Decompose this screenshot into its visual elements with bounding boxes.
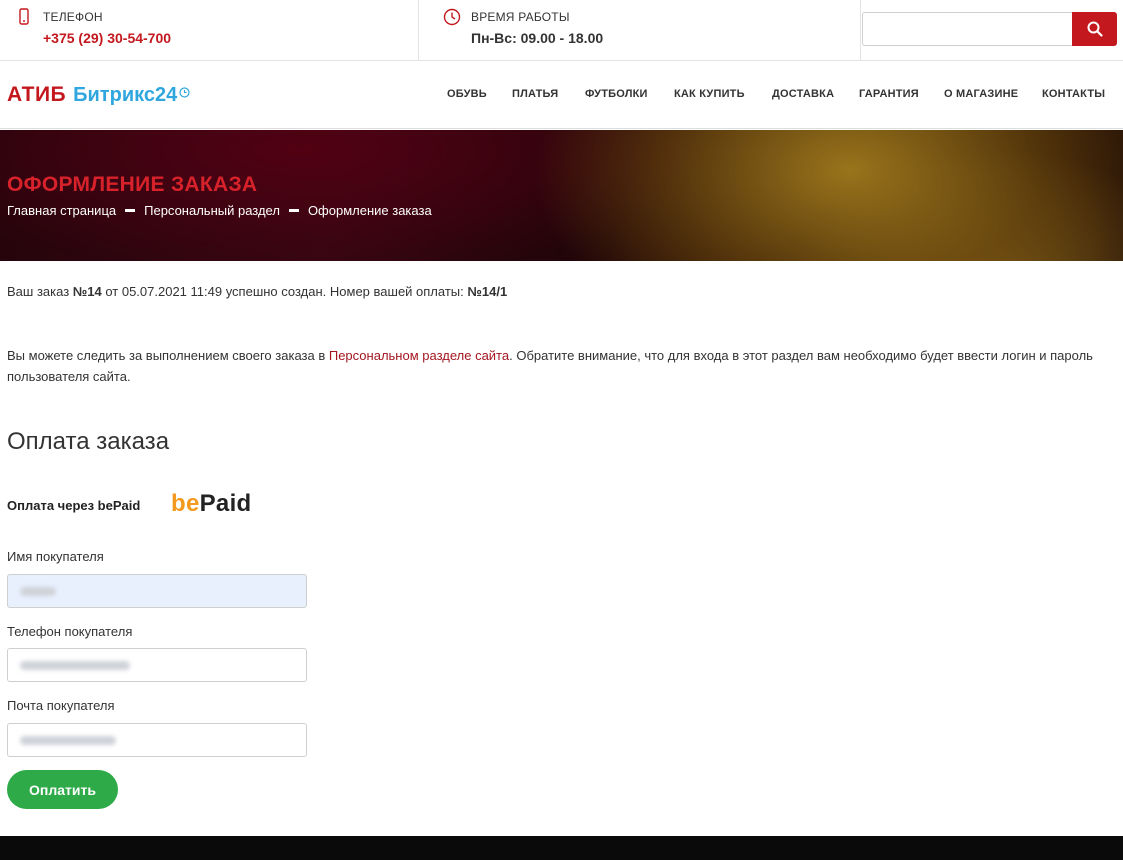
nav-item-dresses[interactable]: ПЛАТЬЯ (512, 88, 558, 100)
buyer-name-field[interactable] (7, 574, 307, 608)
redacted-value (20, 587, 56, 596)
hours-value: Пн-Вс: 09.00 - 18.00 (471, 30, 604, 46)
nav-item-delivery[interactable]: ДОСТАВКА (772, 88, 834, 100)
phone-block: ТЕЛЕФОН +375 (29) 30-54-700 (0, 0, 419, 60)
phone-number[interactable]: +375 (29) 30-54-700 (43, 30, 171, 46)
buyer-name-label: Имя покупателя (7, 549, 104, 564)
nav-item-warranty[interactable]: ГАРАНТИЯ (859, 88, 919, 100)
order-middle: от 05.07.2021 11:49 успешно создан. Номе… (101, 284, 468, 299)
search-input[interactable] (862, 12, 1074, 46)
buyer-email-field[interactable] (7, 723, 307, 757)
order-number: №14 (72, 284, 102, 299)
buyer-phone-label: Телефон покупателя (7, 624, 133, 639)
nav-item-tshirts[interactable]: ФУТБОЛКИ (585, 88, 648, 100)
page-banner: ОФОРМЛЕНИЕ ЗАКАЗА Главная страница Персо… (0, 130, 1123, 261)
phone-label: ТЕЛЕФОН (43, 10, 103, 24)
breadcrumb-home[interactable]: Главная страница (7, 203, 116, 218)
bepaid-logo-paid: Paid (199, 490, 252, 517)
order-prefix: Ваш заказ (7, 284, 73, 299)
bepaid-logo: bePaid (171, 490, 252, 518)
buyer-phone-field[interactable] (7, 648, 307, 682)
personal-section-link[interactable]: Персональном разделе сайта (329, 348, 509, 363)
nav-item-contacts[interactable]: КОНТАКТЫ (1042, 88, 1105, 100)
nav-item-how-to-buy[interactable]: КАК КУПИТЬ (674, 88, 745, 100)
payment-method-label: Оплата через bePaid (7, 498, 141, 513)
search-button[interactable] (1072, 12, 1117, 46)
nav-item-about[interactable]: О МАГАЗИНЕ (944, 88, 1018, 100)
main-nav: ОБУВЬ ПЛАТЬЯ ФУТБОЛКИ КАК КУПИТЬ ДОСТАВК… (0, 88, 1123, 104)
bepaid-logo-be: be (171, 490, 200, 517)
breadcrumb-current: Оформление заказа (307, 203, 432, 218)
hours-block: ВРЕМЯ РАБОТЫ Пн-Вс: 09.00 - 18.00 (419, 0, 861, 60)
breadcrumb-separator (125, 209, 136, 212)
info-before: Вы можете следить за выполнением своего … (7, 348, 329, 363)
pay-button[interactable]: Оплатить (7, 770, 118, 809)
nav-item-shoes[interactable]: ОБУВЬ (447, 88, 487, 100)
buyer-email-label: Почта покупателя (7, 698, 115, 713)
payment-number: №14/1 (467, 284, 508, 299)
hours-label: ВРЕМЯ РАБОТЫ (471, 10, 570, 24)
top-info-bar: ТЕЛЕФОН +375 (29) 30-54-700 ВРЕМЯ РАБОТЫ… (0, 0, 1123, 61)
breadcrumb-personal[interactable]: Персональный раздел (144, 203, 280, 218)
order-confirmation: Ваш заказ №14 от 05.07.2021 11:49 успешн… (7, 284, 507, 299)
phone-icon (19, 8, 29, 25)
redacted-value (20, 661, 130, 670)
search-icon (1087, 21, 1103, 37)
main-header: АТИБ Битрикс24 ОБУВЬ ПЛАТЬЯ ФУТБОЛКИ КАК… (0, 61, 1123, 129)
footer (0, 836, 1123, 860)
page-title: ОФОРМЛЕНИЕ ЗАКАЗА (7, 173, 258, 196)
payment-heading: Оплата заказа (7, 428, 170, 455)
redacted-value (20, 736, 116, 745)
order-tracking-info: Вы можете следить за выполнением своего … (7, 345, 1112, 387)
breadcrumb: Главная страница Персональный раздел Офо… (7, 203, 432, 218)
breadcrumb-separator (288, 209, 299, 212)
clock-icon (443, 8, 461, 26)
